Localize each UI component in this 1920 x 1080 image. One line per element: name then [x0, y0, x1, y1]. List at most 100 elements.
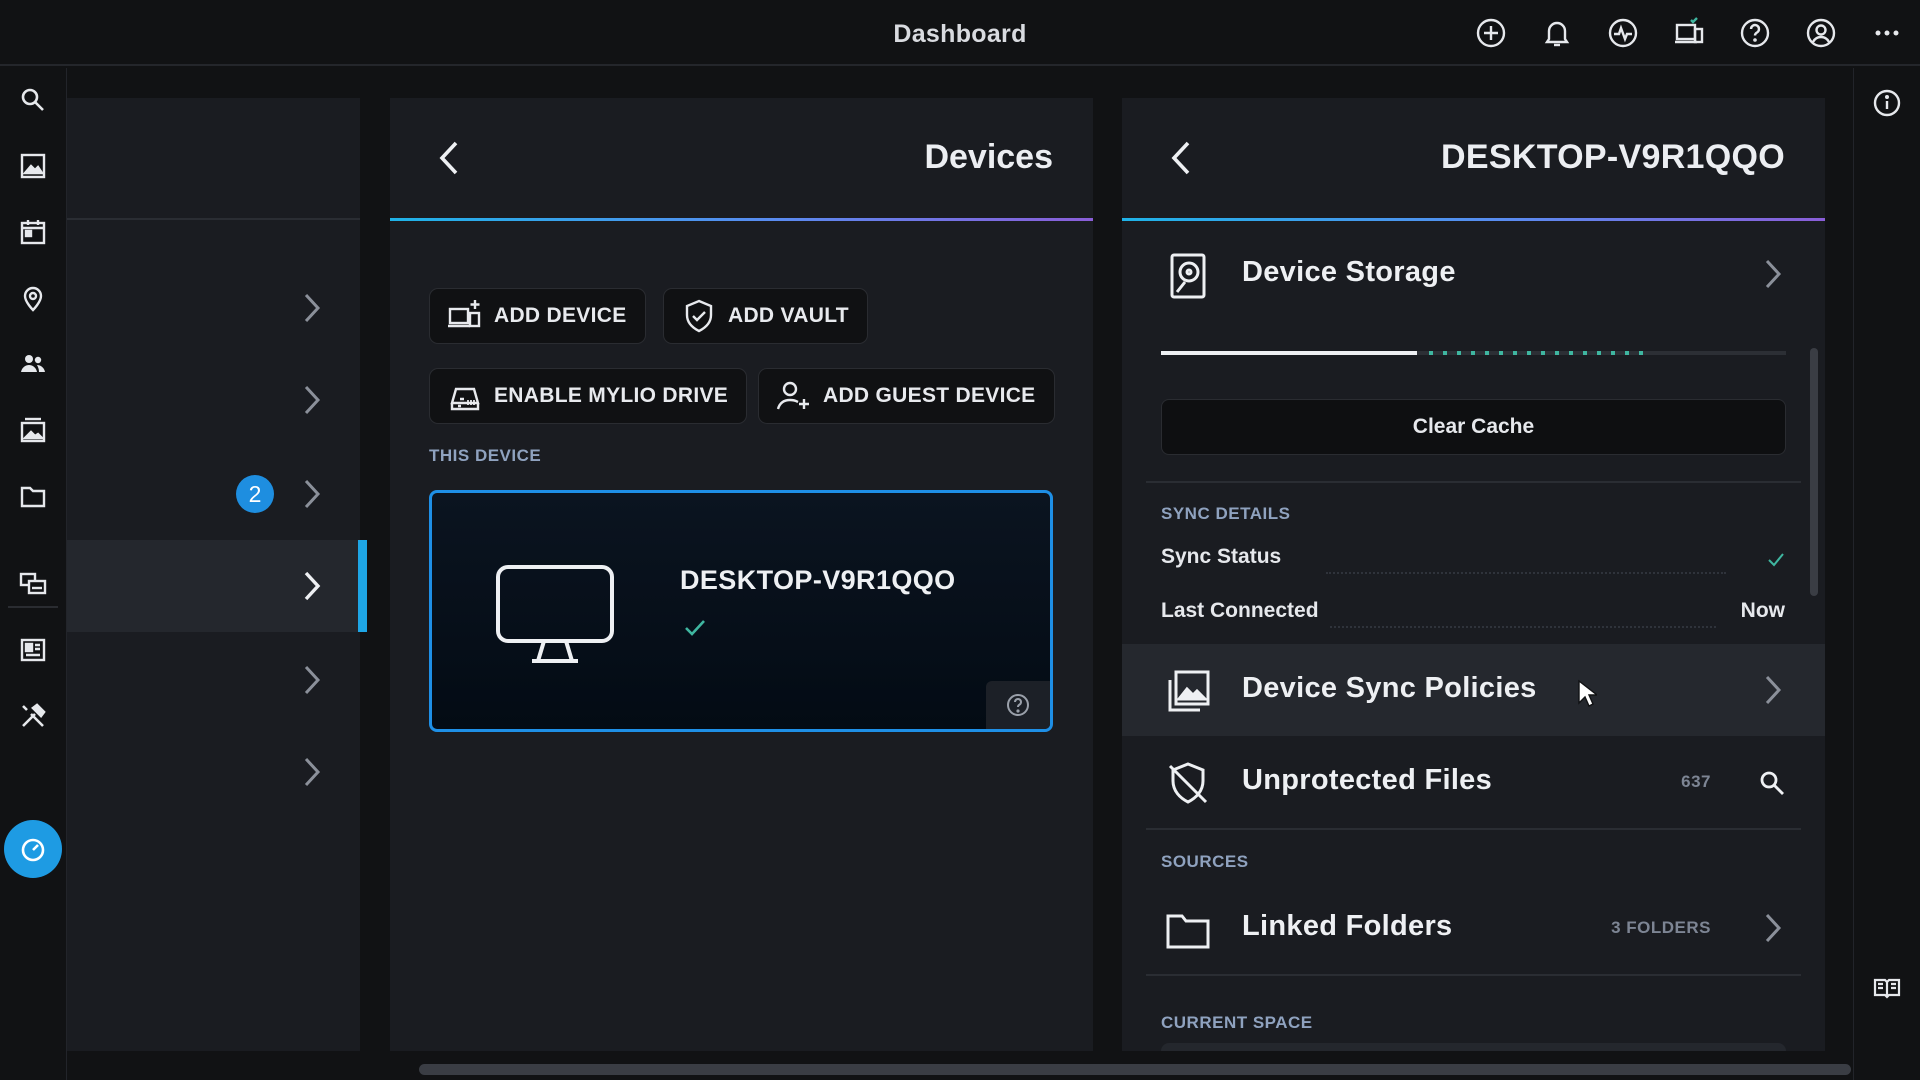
mouse-cursor-icon — [1578, 679, 1597, 707]
chevron-right-icon — [304, 385, 321, 415]
dashboard-grid-icon[interactable] — [0, 622, 66, 678]
device-storage-row[interactable]: Device Storage — [1122, 228, 1825, 320]
chevron-right-icon — [304, 757, 321, 787]
chevron-right-icon — [304, 479, 321, 509]
page-title: Devices — [924, 138, 1053, 176]
last-connected-value: Now — [1740, 599, 1785, 622]
drive-icon — [450, 387, 480, 411]
list-item[interactable] — [67, 262, 360, 354]
this-device-card[interactable]: DESKTOP-V9R1QQO — [429, 490, 1053, 732]
account-icon[interactable] — [1802, 14, 1840, 52]
book-icon[interactable] — [1872, 972, 1902, 1002]
chevron-right-icon — [304, 665, 321, 695]
notification-badge: 2 — [236, 475, 274, 513]
current-space-card[interactable] — [1161, 1043, 1786, 1051]
storage-bar-used — [1161, 351, 1417, 355]
chevron-right-icon — [1765, 913, 1782, 943]
add-guest-label: ADD GUEST DEVICE — [823, 384, 1036, 407]
chevron-right-icon — [1765, 259, 1782, 289]
help-icon[interactable] — [1736, 14, 1774, 52]
dashboard-gauge-icon[interactable] — [4, 820, 62, 878]
device-storage-label: Device Storage — [1242, 256, 1456, 288]
albums-icon[interactable] — [0, 402, 66, 458]
info-icon[interactable] — [1872, 88, 1902, 118]
storage-bar — [1161, 351, 1786, 355]
add-device-label: ADD DEVICE — [494, 304, 627, 327]
list-item[interactable] — [67, 726, 360, 818]
synced-check-icon — [685, 620, 705, 636]
current-space-label: CURRENT SPACE — [1161, 1013, 1313, 1032]
search-icon[interactable] — [0, 72, 66, 128]
left-navigation-rail — [0, 68, 67, 1080]
list-item[interactable] — [67, 634, 360, 726]
header-accent-line — [1122, 218, 1825, 221]
unprotected-files-row[interactable]: Unprotected Files 637 — [1122, 736, 1825, 828]
device-sync-policies-row[interactable]: Device Sync Policies — [1122, 644, 1825, 736]
add-circle-icon[interactable] — [1472, 14, 1510, 52]
unprotected-files-label: Unprotected Files — [1242, 764, 1493, 796]
more-icon[interactable] — [1868, 14, 1906, 52]
monitor-icon — [496, 565, 614, 663]
linked-folders-label: Linked Folders — [1242, 910, 1453, 942]
enable-mylio-drive-button[interactable]: ENABLE MYLIO DRIVE — [429, 368, 748, 424]
sources-icon[interactable] — [0, 556, 66, 612]
devices-panel: Devices ADD DEVICE ADD VAULT ENABLE MYLI… — [390, 98, 1093, 1051]
activity-icon[interactable] — [1604, 14, 1642, 52]
bell-icon[interactable] — [1538, 14, 1576, 52]
divider — [1146, 828, 1801, 830]
devices-icon[interactable] — [1670, 14, 1708, 52]
device-name: DESKTOP-V9R1QQO — [680, 565, 956, 595]
list-item[interactable]: 2 — [67, 448, 360, 540]
add-device-icon — [448, 300, 481, 328]
navigation-panel: 2 — [67, 98, 367, 1051]
linked-folders-row[interactable]: Linked Folders 3 FOLDERS — [1122, 882, 1825, 974]
tools-icon[interactable] — [0, 688, 66, 744]
device-sync-policies-label: Device Sync Policies — [1242, 672, 1537, 704]
chevron-right-icon — [304, 293, 321, 323]
device-help-button[interactable] — [986, 681, 1050, 729]
page-title: DESKTOP-V9R1QQO — [1441, 138, 1785, 176]
add-device-button[interactable]: ADD DEVICE — [429, 288, 646, 344]
add-person-icon — [776, 381, 809, 410]
dotted-leader — [1330, 626, 1716, 628]
shield-check-icon — [685, 299, 713, 333]
linked-folders-count: 3 FOLDERS — [1611, 918, 1711, 937]
back-arrow-icon[interactable] — [436, 138, 462, 178]
header-accent-line — [390, 218, 1093, 221]
divider — [1146, 974, 1801, 976]
people-icon[interactable] — [0, 336, 66, 392]
hard-drive-icon — [1170, 253, 1206, 299]
search-icon[interactable] — [1759, 770, 1785, 796]
photos-icon[interactable] — [0, 138, 66, 194]
selection-indicator — [358, 540, 367, 632]
add-vault-label: ADD VAULT — [728, 304, 849, 327]
sources-label: SOURCES — [1161, 852, 1249, 871]
calendar-icon[interactable] — [0, 204, 66, 260]
enable-drive-label: ENABLE MYLIO DRIVE — [494, 384, 729, 407]
list-item[interactable] — [67, 354, 360, 446]
top-bar: Dashboard — [0, 0, 1920, 66]
sync-details-label: SYNC DETAILS — [1161, 504, 1291, 523]
folder-icon — [1166, 914, 1210, 949]
clear-cache-button[interactable]: Clear Cache — [1161, 399, 1786, 455]
vertical-scrollbar[interactable] — [1810, 348, 1818, 596]
this-device-label: THIS DEVICE — [429, 446, 542, 465]
right-rail — [1853, 68, 1920, 1080]
add-guest-device-button[interactable]: ADD GUEST DEVICE — [758, 368, 1055, 424]
storage-bar-pending — [1429, 351, 1653, 355]
shield-off-icon — [1168, 762, 1208, 804]
horizontal-scrollbar[interactable] — [419, 1064, 1851, 1075]
add-vault-button[interactable]: ADD VAULT — [663, 288, 868, 344]
list-item-selected[interactable] — [67, 540, 367, 632]
back-arrow-icon[interactable] — [1168, 138, 1194, 178]
unprotected-files-count: 637 — [1681, 772, 1711, 791]
dotted-leader — [1326, 572, 1726, 574]
sync-ok-check-icon — [1768, 553, 1784, 567]
divider — [1146, 481, 1801, 483]
map-pin-icon[interactable] — [0, 270, 66, 326]
panel-divider — [67, 218, 360, 220]
last-connected-label: Last Connected — [1161, 599, 1319, 622]
device-detail-panel: DESKTOP-V9R1QQO Device Storage Clear Cac… — [1122, 98, 1825, 1051]
folder-icon[interactable] — [0, 468, 66, 524]
sync-status-label: Sync Status — [1161, 545, 1282, 568]
